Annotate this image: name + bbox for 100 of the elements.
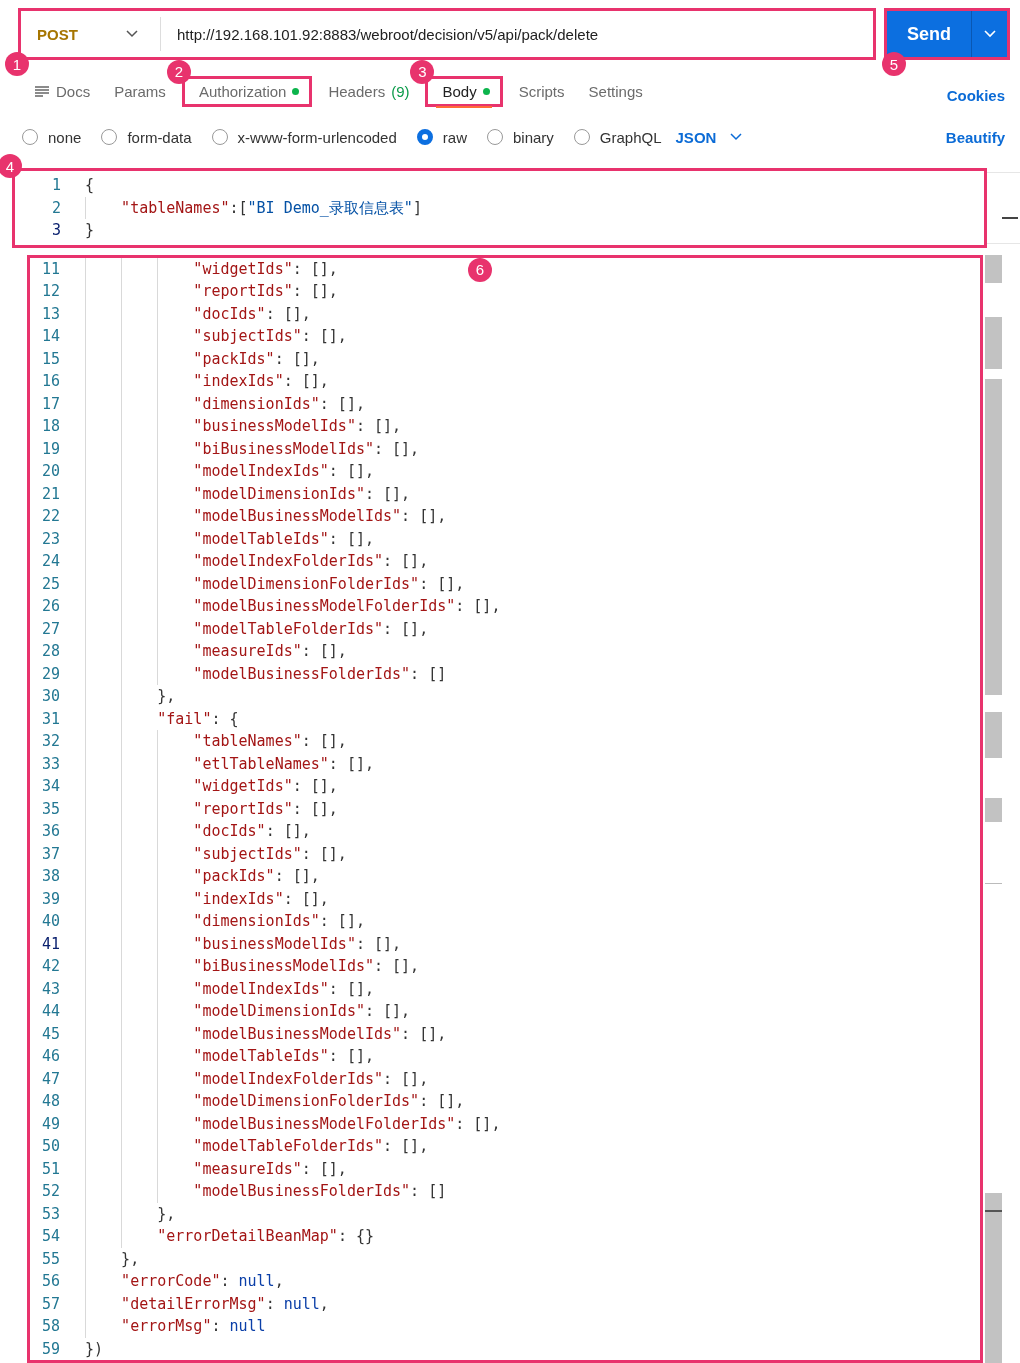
code-line: "businessModelIds": [], <box>85 415 402 438</box>
code-line: "indexIds": [], <box>85 370 329 393</box>
code-line: "modelBusinessModelFolderIds": [], <box>85 595 501 618</box>
code-line: } <box>85 220 95 241</box>
callout-badge: 2 <box>166 59 191 84</box>
radio-option[interactable]: raw <box>416 128 467 146</box>
line-number: 41 <box>40 933 60 955</box>
beautify-link[interactable]: Beautify <box>945 128 1005 146</box>
lines-icon <box>35 85 49 97</box>
line-number: 49 <box>40 1113 60 1135</box>
code-line: "modelDimensionFolderIds": [], <box>85 1090 465 1113</box>
code-line: "modelTableFolderIds": [], <box>85 617 429 640</box>
code-line: "modelTableIds": [], <box>85 527 374 550</box>
code-line: "packIds": [], <box>85 865 320 888</box>
line-number: 34 <box>40 776 60 797</box>
code-line: "modelBusinessModelIds": [], <box>85 505 447 528</box>
line-number: 16 <box>40 371 60 392</box>
code-line: "modelDimensionFolderIds": [], <box>85 572 465 595</box>
line-number: 15 <box>40 348 60 370</box>
code-line: "reportIds": [], <box>85 797 338 820</box>
callout-badge: 6 <box>468 257 492 282</box>
code-line: "reportIds": [], <box>85 280 338 303</box>
line-number: 42 <box>40 956 60 977</box>
code-line: "errorCode": null, <box>85 1270 284 1293</box>
radio-option[interactable]: binary <box>486 128 554 146</box>
code-line: "detailErrorMsg": null, <box>85 1292 329 1315</box>
line-number: 50 <box>40 1136 60 1157</box>
code-line: }, <box>85 1247 140 1270</box>
line-number: 55 <box>40 1248 60 1270</box>
code-line: "widgetIds": [], <box>85 775 338 798</box>
line-number: 25 <box>40 573 60 595</box>
code-line: "indexIds": [], <box>85 887 329 910</box>
tab[interactable]: Docs <box>27 76 99 106</box>
code-line: "modelBusinessModelFolderIds": [], <box>85 1112 501 1135</box>
tab[interactable]: Settings <box>580 76 651 106</box>
send-button[interactable]: Send <box>887 11 971 57</box>
tab[interactable]: Authorization <box>184 78 310 104</box>
line-number: 21 <box>40 483 60 505</box>
cookies-link[interactable]: Cookies <box>946 86 1005 104</box>
code-line: "errorDetailBeanMap": {} <box>85 1225 374 1248</box>
line-number: 13 <box>40 303 60 325</box>
code-line: "dimensionIds": [], <box>85 910 365 933</box>
code-line: "etlTableNames": [], <box>85 752 374 775</box>
code-line: "modelTableFolderIds": [], <box>85 1135 429 1158</box>
callout-badge: 1 <box>5 52 29 76</box>
line-number: 3 <box>50 220 61 241</box>
code-line: "docIds": [], <box>85 820 311 843</box>
code-line: "errorMsg": null <box>85 1315 266 1338</box>
code-line: "tableNames": [], <box>85 730 347 753</box>
callout-badge: 5 <box>882 52 906 76</box>
radio-option[interactable]: x-www-form-urlencoded <box>211 128 397 146</box>
callout-badge: 4 <box>0 154 22 178</box>
url-field[interactable]: http://192.168.101.92:8883/webroot/decision/v5/api/pack/delete <box>161 11 873 57</box>
line-number: 29 <box>40 663 60 685</box>
line-number: 1 <box>50 175 61 196</box>
method-select[interactable]: POST <box>21 17 161 51</box>
code-line: }, <box>85 1202 176 1225</box>
line-number: 39 <box>40 888 60 910</box>
line-number: 46 <box>40 1046 60 1067</box>
line-number: 20 <box>40 461 60 482</box>
tab[interactable]: Body <box>428 78 500 104</box>
code-line: "subjectIds": [], <box>85 325 347 348</box>
code-line: "modelBusinessFolderIds": [] <box>85 662 447 685</box>
radio-option[interactable]: form-data <box>101 128 192 146</box>
line-number: 32 <box>40 731 60 752</box>
line-number: 47 <box>40 1068 60 1090</box>
send-options-button[interactable] <box>971 11 1007 57</box>
code-line: "docIds": [], <box>85 302 311 325</box>
line-number: 14 <box>40 326 60 347</box>
line-number: 40 <box>40 911 60 932</box>
format-dropdown[interactable]: JSON <box>675 128 743 146</box>
code-line: "subjectIds": [], <box>85 842 347 865</box>
line-number: 43 <box>40 978 60 1000</box>
code-line: "modelIndexFolderIds": [], <box>85 550 429 573</box>
callout-badge: 3 <box>410 59 435 84</box>
line-number: 58 <box>40 1316 60 1337</box>
line-number: 35 <box>40 798 60 820</box>
code-line: "fail": { <box>85 707 239 730</box>
line-number: 51 <box>40 1158 60 1180</box>
line-number: 44 <box>40 1001 60 1022</box>
code-line: "tableNames":["BI Demo_录取信息表"] <box>85 196 422 219</box>
line-number: 26 <box>40 596 60 617</box>
code-line: "biBusinessModelIds": [], <box>85 955 420 978</box>
line-number: 36 <box>40 821 60 842</box>
code-line: "modelBusinessModelIds": [], <box>85 1022 447 1045</box>
radio-option[interactable]: GraphQL <box>573 128 662 146</box>
code-line: "dimensionIds": [], <box>85 392 365 415</box>
tab[interactable]: Scripts <box>510 76 573 106</box>
code-line: "modelDimensionIds": [], <box>85 1000 411 1023</box>
line-number: 23 <box>40 528 60 550</box>
line-number: 54 <box>40 1226 60 1247</box>
line-number: 22 <box>40 506 60 527</box>
line-number: 2 <box>50 197 61 219</box>
radio-option[interactable]: none <box>22 128 82 146</box>
code-line: "measureIds": [], <box>85 640 347 663</box>
code-line: "packIds": [], <box>85 347 320 370</box>
line-number: 17 <box>40 393 60 415</box>
line-number: 38 <box>40 866 60 887</box>
chevron-down-icon <box>730 133 743 141</box>
code-line: }) <box>85 1338 104 1360</box>
